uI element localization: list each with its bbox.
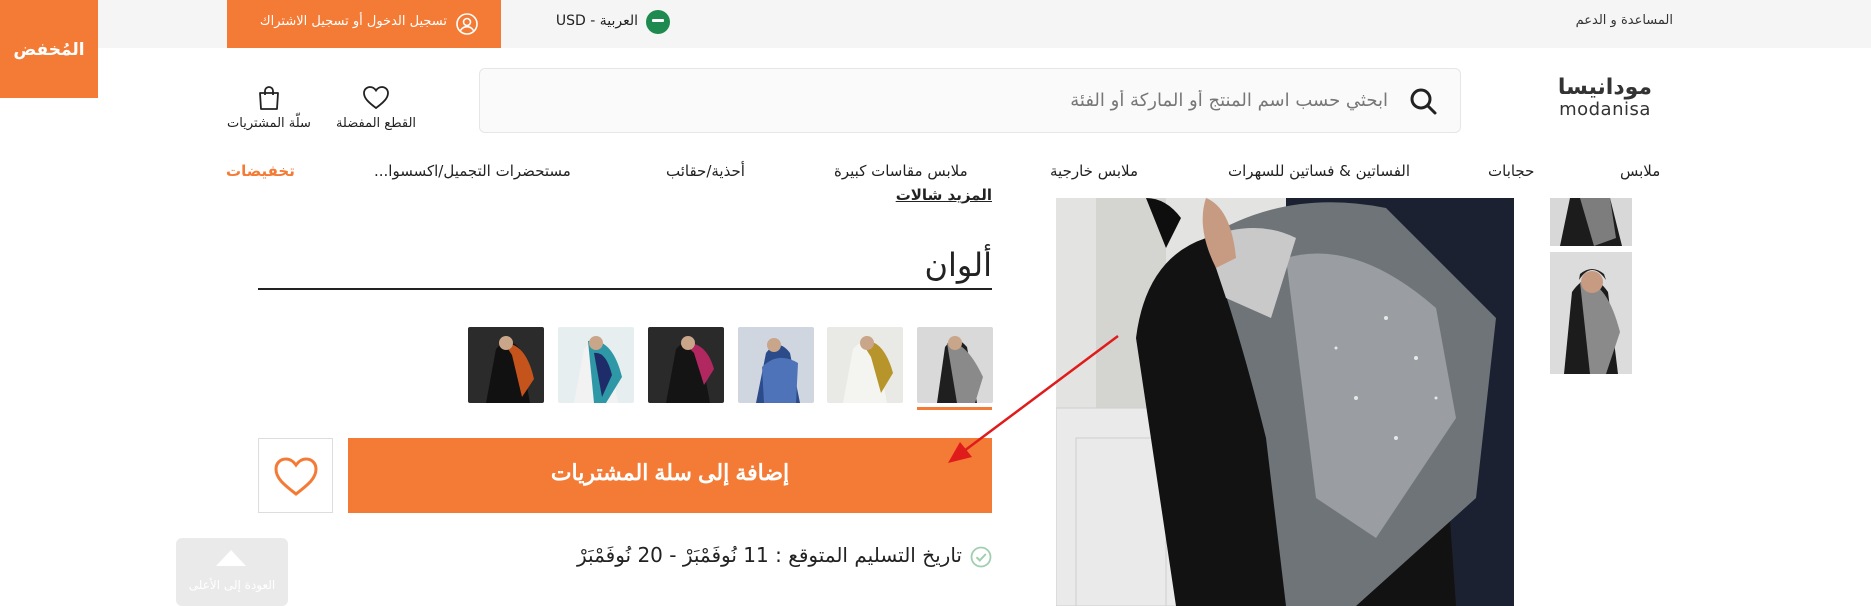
nav-item-cosmetics[interactable]: مستحضرات التجميل/اكسسوا... [374, 162, 571, 180]
chevron-up-icon [216, 550, 246, 566]
estimated-delivery: تاريخ التسليم المتوقع : 11 نُوفَمْبَرْ -… [520, 543, 992, 571]
back-to-top-button[interactable]: العودة إلى الأعلى [176, 538, 288, 606]
swatch-mustard-image [827, 327, 903, 403]
add-to-cart-button[interactable]: إضافة إلى سلة المشتريات [348, 438, 992, 513]
cart-link[interactable]: سلّة المشتريات [222, 84, 316, 134]
discount-corner-badge[interactable]: المُخفض [0, 0, 98, 98]
login-register-button[interactable]: تسجيل الدخول أو تسجيل الاشتراك [227, 0, 501, 48]
login-register-label: تسجيل الدخول أو تسجيل الاشتراك [259, 14, 447, 29]
estimated-delivery-text: تاريخ التسليم المتوقع : 11 نُوفَمْبَرْ -… [577, 543, 962, 567]
saudi-flag-icon [646, 10, 670, 34]
nav-item-sale[interactable]: تخفيضات [226, 162, 295, 180]
nav-item-plus-size[interactable]: ملابس مقاسات كبيرة [834, 162, 968, 180]
color-swatch-mustard[interactable] [827, 327, 903, 403]
product-thumbnail[interactable] [1550, 252, 1632, 374]
color-swatch-blue[interactable] [738, 327, 814, 403]
bag-icon [259, 86, 279, 110]
product-thumbnail[interactable] [1550, 198, 1632, 246]
color-swatch-orange[interactable] [468, 327, 544, 403]
nav-item-hijabs[interactable]: حجابات [1488, 162, 1534, 180]
discount-badge-label: المُخفض [13, 40, 85, 60]
add-to-favorites-button[interactable] [258, 438, 333, 513]
language-currency-selector[interactable]: العربية - USD [540, 10, 672, 34]
logo-arabic: مودانيسا [1557, 75, 1653, 100]
logo-english: modanisa [1559, 99, 1651, 120]
heart-icon [363, 86, 389, 110]
nav-item-outerwear[interactable]: ملابس خارجية [1050, 162, 1138, 180]
colors-heading: ألوان [924, 246, 992, 284]
swatch-grey-image [917, 327, 993, 403]
swatch-blue-image [738, 327, 814, 403]
swatch-fuchsia-image [648, 327, 724, 403]
language-currency-label: العربية - USD [555, 13, 638, 29]
favorites-link[interactable]: القطع المفضلة [330, 84, 422, 134]
selected-color-indicator [917, 407, 992, 410]
help-support-link[interactable]: المساعدة و الدعم [1563, 13, 1673, 28]
user-icon [456, 13, 478, 35]
favorites-label: القطع المفضلة [335, 116, 417, 131]
product-photo-graphic [1056, 198, 1514, 606]
color-swatch-grey[interactable] [917, 327, 993, 403]
add-to-cart-label: إضافة إلى سلة المشتريات [550, 460, 790, 485]
nav-item-shoes-bags[interactable]: أحذية/حقائب [666, 162, 745, 180]
nav-item-dresses[interactable]: الفساتين & فساتين للسهرات [1228, 162, 1410, 180]
site-logo[interactable]: مودانيسا modanisa [1545, 76, 1665, 120]
search-icon[interactable] [1408, 86, 1438, 116]
cart-label: سلّة المشتريات [227, 116, 311, 131]
thumbnail-image [1550, 252, 1632, 374]
heart-icon [274, 457, 318, 496]
back-to-top-label: العودة إلى الأعلى [188, 578, 276, 592]
color-swatch-fuchsia[interactable] [648, 327, 724, 403]
search-bar [479, 68, 1461, 133]
product-main-image[interactable] [1056, 198, 1514, 606]
swatch-turquoise-image [558, 327, 634, 403]
colors-divider [258, 288, 992, 290]
swatch-orange-image [468, 327, 544, 403]
nav-item-clothing[interactable]: ملابس [1620, 162, 1660, 180]
color-swatch-turquoise[interactable] [558, 327, 634, 403]
search-input[interactable] [500, 69, 1400, 132]
top-utility-bar: المساعدة و الدعم العربية - USD تسجيل الد… [0, 0, 1871, 48]
more-shawls-link[interactable]: المزيد شالات [870, 186, 992, 206]
thumbnail-image [1550, 198, 1632, 246]
